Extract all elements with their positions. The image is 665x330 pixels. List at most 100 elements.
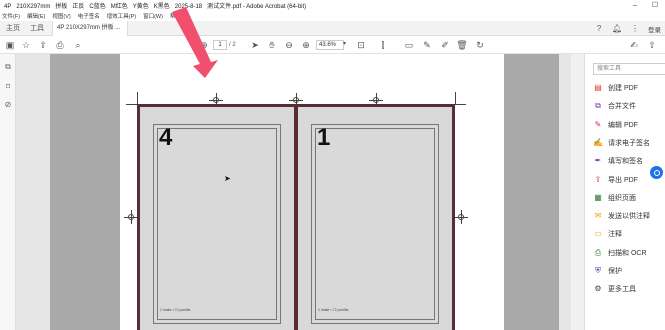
zoom-level-input[interactable]: 43.6% [316, 40, 344, 50]
page-number-label: 1 [317, 124, 331, 151]
title-segment: K黑色 [153, 4, 170, 10]
delete-icon[interactable]: 🗑︎ [456, 39, 468, 51]
chevron-down-icon[interactable]: ▾ [343, 40, 346, 47]
bleed-frame [157, 128, 277, 320]
crop-mark [126, 104, 137, 105]
menu-view[interactable]: 视图(V) [52, 12, 70, 20]
organize-pages-icon: ▦ [594, 192, 602, 202]
title-segment: 测试文件.pdf - Adobe Acrobat (64-bit) [207, 4, 307, 10]
tool-item[interactable]: ✒ 填写和签名 [593, 155, 643, 167]
fill-sign-icon: ✒ [594, 156, 602, 166]
highlight-pen-icon[interactable]: ✎ [421, 39, 433, 51]
title-segment: 2025-8-18 [174, 4, 203, 10]
registration-mark [454, 210, 468, 224]
registration-mark [124, 210, 138, 224]
combine-files-icon: ⧉ [595, 101, 601, 111]
tool-item-label: 导出 PDF [608, 176, 638, 184]
fit-page-icon[interactable]: ⊡ [355, 39, 367, 51]
menu-edit[interactable]: 编辑(E) [27, 12, 45, 20]
create-pdf-icon: ▤ [594, 83, 602, 92]
tool-item-label: 请求电子签名 [608, 139, 650, 147]
attachment-icon[interactable]: ⊘ [3, 100, 13, 110]
save-icon[interactable]: ▣ [4, 39, 16, 51]
print-icon[interactable]: ⎙ [54, 39, 66, 51]
protect-icon: ⛨ [595, 266, 601, 275]
scroll-mode-icon[interactable]: ⫿ [377, 39, 389, 51]
vertical-scrollbar[interactable] [571, 54, 584, 330]
tool-item[interactable]: ⛨ 保护 [593, 265, 622, 277]
send-comment-icon: ✉ [594, 211, 602, 221]
help-icon[interactable]: ? [594, 24, 604, 34]
menu-help[interactable]: 帮助(H) [170, 12, 189, 20]
star-icon[interactable]: ☆ [20, 39, 32, 51]
zoom-out-icon[interactable]: ⊖ [283, 39, 295, 51]
tool-item-label: 保护 [608, 268, 622, 275]
toolbar: ▣ ☆ ⇪ ⎙ ⌕ ⊕ 1 / 2 ➤ ✋︎ ⊖ ⊕ 43.6% ▾ ⊡ ⫿ ▭… [0, 36, 665, 54]
tool-item[interactable]: ⧉ 合并文件 [593, 100, 636, 112]
menu-esign[interactable]: 电子签名 [78, 12, 100, 20]
title-segment: 210X297mm [16, 4, 51, 10]
left-navigation: ⧉ ⌑ ⊘ [0, 54, 16, 330]
crop-mark [455, 92, 456, 104]
comment-icon[interactable]: ▭ [403, 39, 415, 51]
tab-home[interactable]: 主页 [2, 21, 24, 36]
page-number-label: 4 [159, 124, 173, 151]
imposed-sheet: 4 1 lmate • 72 pcmlits ➤ 1 1 lmate • 72 … [137, 104, 455, 330]
assistant-icon[interactable] [650, 166, 663, 179]
tool-item[interactable]: ⚙ 更多工具 [593, 283, 636, 295]
share-icon[interactable]: ⇧ [646, 39, 658, 51]
menu-bar: 文件(F) 编辑(E) 视图(V) 电子签名 增效工具(P) 窗口(W) 帮助(… [0, 11, 665, 21]
request-signature-icon: ✍ [593, 137, 603, 147]
draw-icon[interactable]: ✐ [439, 39, 451, 51]
tab-tools[interactable]: 工具 [26, 21, 48, 36]
search-icon[interactable]: ⌕ [72, 39, 84, 51]
tab-row: 主页 工具 4P 210X297mm 拼板 ... × [0, 21, 665, 46]
select-cursor-icon[interactable]: ➤ [249, 39, 261, 51]
maximize-button[interactable]: ☐ [645, 0, 665, 11]
zoom-in-icon[interactable]: ⊕ [300, 39, 312, 51]
apps-icon[interactable]: ⋮ [630, 24, 640, 34]
tool-item[interactable]: ⎙ 扫描和 OCR [593, 247, 647, 259]
login-button[interactable]: 登录 [648, 24, 661, 34]
page-thumbnails-icon[interactable]: ⧉ [3, 62, 13, 72]
title-segment: 4P [4, 4, 12, 10]
tool-item-label: 组织页面 [608, 194, 636, 202]
title-bar: 4P 210X297mm 拼板 正反 C蓝色 M红色 Y黄色 K黑色 2025-8-18 测试文件… [0, 0, 665, 11]
tool-item[interactable]: ⇪ 导出 PDF [593, 174, 638, 186]
edit-pdf-icon: ✎ [594, 119, 602, 129]
tool-item-label: 扫描和 OCR [608, 249, 647, 257]
sign-icon[interactable]: ✍︎ [628, 39, 640, 51]
page-number-input[interactable]: 1 [213, 40, 227, 50]
tool-item-label: 创建 PDF [608, 85, 638, 92]
tool-item[interactable]: ✎ 编辑 PDF [593, 119, 638, 131]
tool-item[interactable]: ▭ 注释 [593, 228, 622, 240]
bookmark-icon[interactable]: ⌑ [3, 82, 13, 92]
bleed-frame [315, 128, 435, 320]
more-tools-icon: ⚙ [594, 284, 602, 294]
page-footer-text: 1 lmate • 72 pcmlits [318, 308, 349, 312]
title-segment: M红色 [110, 4, 128, 10]
menu-plugins[interactable]: 增效工具(P) [107, 12, 136, 20]
bell-icon[interactable]: 🔔︎ [612, 24, 622, 34]
scan-ocr-icon: ⎙ [594, 247, 602, 257]
tool-item[interactable]: ✍ 请求电子签名 [593, 137, 650, 149]
rotate-icon[interactable]: ↻ [474, 39, 486, 51]
tool-item[interactable]: ✉ 发送以供注释 [593, 210, 650, 222]
minimize-button[interactable]: – [625, 0, 645, 11]
window-controls: – ☐ [625, 0, 665, 11]
menu-file[interactable]: 文件(F) [2, 12, 20, 20]
tool-item[interactable]: ▦ 组织页面 [593, 192, 636, 204]
tool-item[interactable]: ▤ 创建 PDF [593, 82, 638, 94]
tab-document[interactable]: 4P 210X297mm 拼板 ... × [52, 21, 128, 46]
crop-mark [455, 104, 466, 105]
viewer-margin-right [504, 54, 559, 330]
viewer-margin-left [50, 54, 120, 330]
comment-icon: ▭ [594, 229, 602, 239]
hand-tool-icon[interactable]: ✋︎ [266, 39, 278, 51]
upload-icon[interactable]: ⇪ [37, 39, 49, 51]
menu-window[interactable]: 窗口(W) [143, 12, 163, 20]
page-footer-text: 1 lmate • 72 pcmlits [160, 308, 191, 312]
tool-item-label: 更多工具 [608, 286, 636, 294]
page-down-icon[interactable]: ⊕ [198, 39, 210, 51]
search-tools-input[interactable]: 搜索工具 [593, 63, 665, 75]
